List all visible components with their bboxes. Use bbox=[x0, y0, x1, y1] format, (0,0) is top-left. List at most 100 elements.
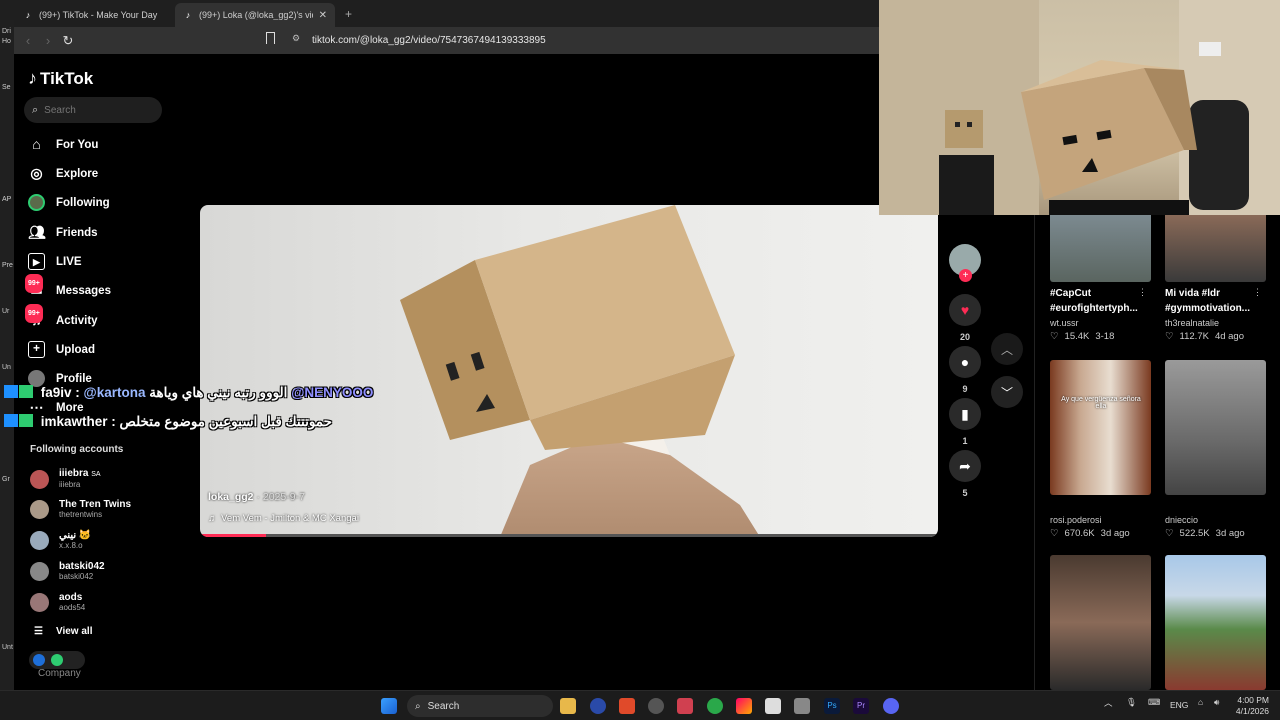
desktop-label: Un bbox=[2, 364, 11, 371]
chat-mention: @NENYOOO bbox=[291, 385, 374, 400]
message-icon: ✉99+ bbox=[25, 274, 45, 299]
following-account[interactable]: aods aods54 bbox=[30, 592, 85, 613]
nav-for-you[interactable]: ⌂ For You bbox=[28, 136, 98, 153]
search-input[interactable] bbox=[44, 104, 145, 116]
video-user[interactable]: th3realnatalie bbox=[1165, 318, 1266, 328]
video-thumbnail bbox=[1050, 215, 1151, 282]
video-player[interactable]: loka_gg2 · 2025-9-7 ♫ Vem Vem - Jmilton … bbox=[200, 205, 938, 537]
network-icon[interactable]: ⌂ bbox=[1198, 697, 1203, 707]
capcut-icon[interactable] bbox=[765, 698, 781, 714]
video-user[interactable]: dnieccio bbox=[1165, 515, 1266, 525]
more-options-icon[interactable]: ⋮ bbox=[1253, 287, 1262, 298]
close-tab-icon[interactable]: ✕ bbox=[319, 10, 327, 21]
discord-icon[interactable] bbox=[883, 698, 899, 714]
view-all-button[interactable]: ☰ View all bbox=[34, 626, 92, 637]
divider bbox=[1034, 215, 1035, 690]
tiktok-logo[interactable]: ♪ TikTok bbox=[28, 68, 93, 89]
comment-count: 9 bbox=[962, 384, 968, 394]
chat-mention: @kartona bbox=[83, 385, 146, 400]
premiere-icon[interactable]: Pr bbox=[853, 698, 869, 714]
following-account[interactable]: batski042 batski042 bbox=[30, 561, 105, 582]
reload-icon[interactable]: ↻ bbox=[58, 33, 78, 49]
like-button[interactable]: ♥ 20 bbox=[946, 294, 984, 342]
grid-video[interactable]: Ay que vergüenza señora ella rosi.podero… bbox=[1050, 360, 1151, 539]
bell-icon: ♫99+ bbox=[25, 304, 45, 329]
back-icon[interactable]: ‹ bbox=[18, 33, 38, 48]
heart-outline-icon: ♡ bbox=[1050, 528, 1059, 539]
avatar bbox=[30, 500, 49, 519]
nav-following[interactable]: Following bbox=[28, 194, 110, 211]
tray-chevron-icon[interactable]: ︿ bbox=[1104, 697, 1113, 709]
app-icon[interactable] bbox=[736, 698, 752, 714]
file-explorer-icon[interactable] bbox=[560, 698, 576, 714]
video-author[interactable]: loka_gg2 bbox=[208, 491, 254, 503]
chevron-up-icon: ︿ bbox=[1000, 342, 1013, 357]
more-options-icon[interactable]: ⋮ bbox=[1138, 287, 1147, 298]
webcam-overlay bbox=[879, 0, 1280, 215]
clock[interactable]: 4:00 PM 4/1/2026 bbox=[1233, 695, 1269, 717]
desktop-label: Pre bbox=[2, 262, 13, 269]
desktop-label: Se bbox=[2, 84, 11, 91]
grid-video[interactable] bbox=[1050, 555, 1151, 690]
app-icon[interactable] bbox=[648, 698, 664, 714]
nav-activity[interactable]: ♫99+ Activity bbox=[25, 304, 98, 329]
new-tab-icon[interactable]: + bbox=[345, 7, 352, 21]
taskbar-search[interactable]: ⌕ Search bbox=[407, 695, 553, 717]
following-account[interactable]: The Tren Twins thetrentwins bbox=[30, 499, 131, 520]
search-box[interactable]: ⌕ bbox=[24, 97, 162, 123]
forward-icon[interactable]: › bbox=[38, 33, 58, 48]
tab-title: (99+) TikTok - Make Your Day bbox=[39, 10, 158, 20]
comment-button[interactable]: ● 9 bbox=[946, 346, 984, 394]
bookmark-icon[interactable] bbox=[266, 32, 275, 44]
nav-friends[interactable]: 👥︎ Friends bbox=[28, 224, 98, 241]
nav-explore[interactable]: ◎ Explore bbox=[28, 165, 98, 182]
browser-tab-active[interactable]: ♪ (99+) Loka (@loka_gg2)'s videos ✕ bbox=[175, 3, 335, 27]
browser-tab[interactable]: ♪ (99+) TikTok - Make Your Day bbox=[15, 3, 175, 27]
nav-upload[interactable]: + Upload bbox=[28, 341, 95, 358]
microphone-icon[interactable]: 🎙︎ bbox=[1126, 697, 1137, 708]
previous-video-button[interactable]: ︿ bbox=[991, 333, 1023, 365]
language-indicator[interactable]: ENG bbox=[1170, 700, 1188, 710]
following-account[interactable]: iiiebra SA iiiebra bbox=[30, 468, 101, 490]
nav-messages[interactable]: ✉99+ Messages bbox=[25, 274, 111, 299]
video-user[interactable]: rosi.poderosi bbox=[1050, 515, 1151, 525]
avatar bbox=[30, 469, 49, 489]
follow-plus-icon[interactable]: + bbox=[959, 269, 972, 282]
chat-text: حموتتتك قبل اسبوعين موضوع متخلص bbox=[119, 414, 332, 429]
nav-live[interactable]: ▶ LIVE bbox=[28, 253, 82, 270]
save-button[interactable]: ▮ 1 bbox=[946, 398, 984, 446]
url-text[interactable]: tiktok.com/@loka_gg2/video/7547367494139… bbox=[312, 35, 546, 46]
compass-icon: ◎ bbox=[30, 165, 43, 181]
like-count: 20 bbox=[959, 332, 970, 342]
app-icon[interactable] bbox=[590, 698, 606, 714]
video-progress-bar[interactable] bbox=[200, 534, 938, 537]
start-icon[interactable] bbox=[381, 698, 397, 714]
company-link[interactable]: Company bbox=[38, 668, 81, 679]
video-user[interactable]: wt.ussr bbox=[1050, 318, 1151, 328]
app-icon[interactable] bbox=[707, 698, 723, 714]
next-video-button[interactable]: ﹀ bbox=[991, 376, 1023, 408]
following-account[interactable]: نيني 🐱 x.x.8.o bbox=[30, 530, 91, 551]
site-info-icon[interactable]: ⚙ bbox=[292, 33, 300, 44]
chat-user: imkawther bbox=[40, 414, 108, 429]
thumbnail-text: Ay que vergüenza señora ella bbox=[1061, 396, 1141, 410]
grid-video[interactable] bbox=[1165, 555, 1266, 690]
share-button[interactable]: ➦ 5 bbox=[946, 450, 984, 498]
author-avatar-button[interactable]: + bbox=[946, 244, 984, 282]
calculator-icon[interactable] bbox=[794, 698, 810, 714]
grid-video[interactable]: dnieccio ♡ 522.5K 3d ago bbox=[1165, 360, 1266, 539]
avatar: + bbox=[949, 244, 981, 282]
video-music[interactable]: ♫ Vem Vem - Jmilton & MC Xangai bbox=[208, 513, 359, 524]
volume-icon[interactable]: 🔊︎ bbox=[1214, 697, 1219, 708]
grid-video[interactable]: ⋮ Mi vida #ldr #gymmotivation... th3real… bbox=[1165, 215, 1266, 342]
tiktok-favicon-icon: ♪ bbox=[25, 10, 31, 20]
photoshop-icon[interactable]: Ps bbox=[824, 698, 840, 714]
grid-video[interactable]: ⋮ #CapCut #eurofightertyph... wt.ussr ♡ 1… bbox=[1050, 215, 1151, 342]
chat-badge-icon bbox=[4, 385, 18, 398]
app-mini-bar[interactable] bbox=[29, 651, 85, 669]
list-icon: ☰ bbox=[34, 626, 43, 637]
keyboard-icon[interactable]: ⌨ bbox=[1148, 697, 1160, 708]
app-icon[interactable] bbox=[677, 698, 693, 714]
address-bar: ‹ › ↻ ⚙ tiktok.com/@loka_gg2/video/75473… bbox=[0, 27, 880, 54]
brave-browser-icon[interactable] bbox=[619, 698, 635, 714]
